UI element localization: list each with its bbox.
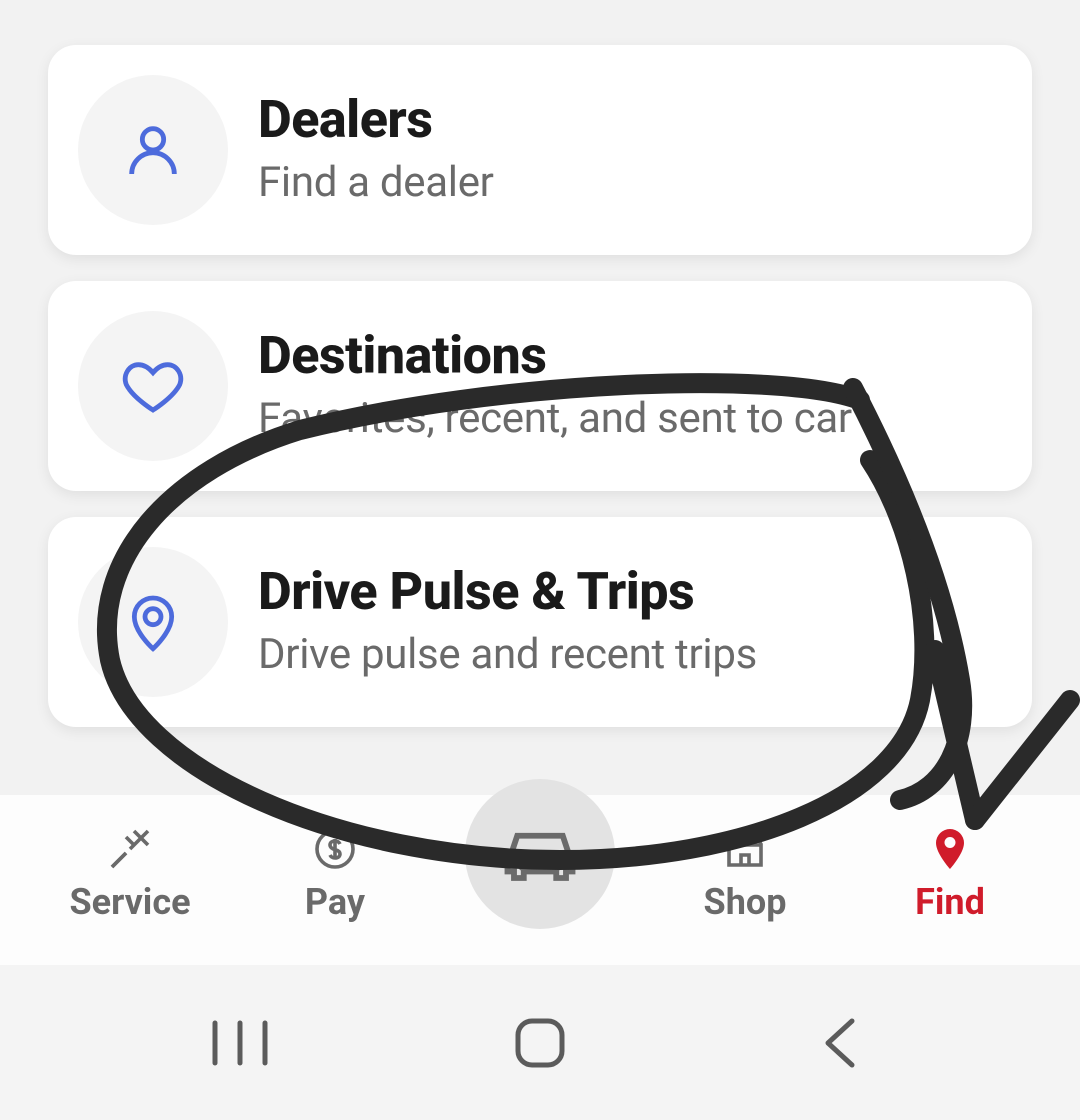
card-subtitle: Drive pulse and recent trips	[258, 630, 1010, 680]
dollar-icon	[311, 825, 359, 873]
card-title: Destinations	[258, 327, 1010, 384]
system-back-button[interactable]	[780, 1015, 900, 1071]
card-drive-pulse[interactable]: Drive Pulse & Trips Drive pulse and rece…	[48, 517, 1032, 727]
card-subtitle: Find a dealer	[258, 158, 1010, 208]
card-title: Dealers	[258, 91, 1010, 148]
tab-label: Find	[915, 881, 985, 923]
map-pin-icon	[78, 547, 228, 697]
heart-icon	[78, 311, 228, 461]
card-subtitle: Favorites, recent, and sent to car	[258, 394, 1010, 444]
tab-service[interactable]: Service	[40, 825, 220, 923]
system-nav-bar	[0, 965, 1080, 1120]
tab-vehicle[interactable]	[465, 779, 615, 929]
tab-pay[interactable]: Pay	[245, 825, 425, 923]
tab-label: Shop	[704, 881, 787, 923]
system-recents-button[interactable]	[180, 1018, 300, 1068]
tab-bar: Service Pay Shop Find	[0, 795, 1080, 965]
car-icon	[501, 813, 579, 895]
tab-label: Pay	[305, 881, 365, 923]
tab-label: Service	[69, 881, 190, 923]
tab-shop[interactable]: Shop	[655, 825, 835, 923]
system-home-button[interactable]	[480, 1016, 600, 1070]
tab-find[interactable]: Find	[860, 825, 1040, 923]
card-destinations[interactable]: Destinations Favorites, recent, and sent…	[48, 281, 1032, 491]
tools-icon	[106, 825, 154, 873]
options-list: Dealers Find a dealer Destinations Favor…	[0, 0, 1080, 727]
card-dealers[interactable]: Dealers Find a dealer	[48, 45, 1032, 255]
user-icon	[78, 75, 228, 225]
map-pin-filled-icon	[926, 825, 974, 873]
card-title: Drive Pulse & Trips	[258, 563, 1010, 620]
shop-icon	[721, 825, 769, 873]
